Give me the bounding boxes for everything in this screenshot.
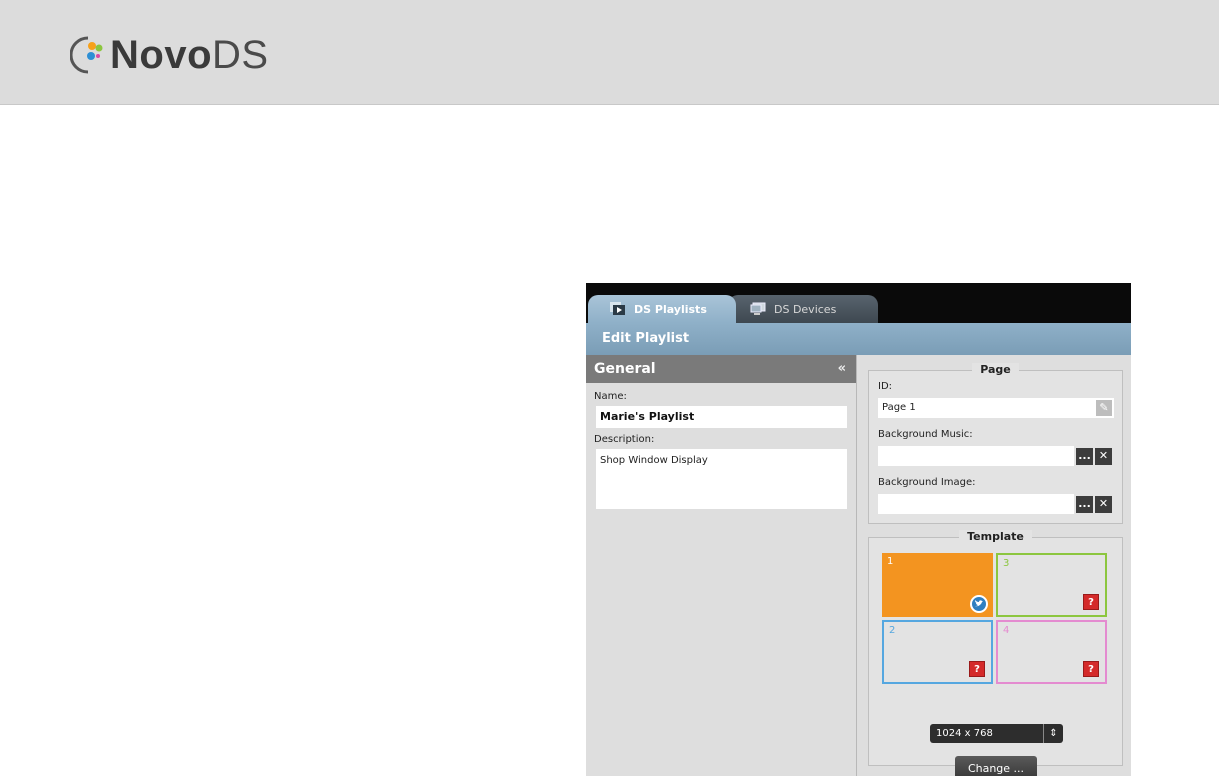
template-group: Template 1 3 ? 2 ? 4 ? 1024 x 768 ⇕ Chan…: [868, 530, 1123, 776]
page-properties-panel: Page ID: Page 1 ✎ Background Music: ... …: [858, 355, 1131, 776]
tab-ds-devices[interactable]: DS Devices: [728, 295, 878, 323]
novods-app-window: DS Devices DS Playlists Edit Playlist Ge…: [586, 283, 1131, 776]
tab-ds-playlists[interactable]: DS Playlists: [588, 295, 736, 323]
monitor-icon: [750, 302, 766, 315]
page-id-value: Page 1: [882, 402, 916, 413]
template-zone-3[interactable]: 3 ?: [996, 553, 1107, 617]
unknown-content-icon: ?: [969, 661, 985, 677]
general-panel-header: General «: [586, 355, 856, 383]
background-music-label: Background Music:: [878, 429, 973, 440]
background-image-field[interactable]: [878, 494, 1074, 514]
page-group-title: Page: [972, 363, 1019, 376]
template-zone-2[interactable]: 2 ?: [882, 620, 993, 684]
template-zone-1[interactable]: 1: [882, 553, 993, 617]
brand-name: NovoDS: [110, 32, 269, 77]
browse-image-button[interactable]: ...: [1076, 496, 1093, 513]
logo-mark-icon: [69, 32, 110, 78]
clear-music-button[interactable]: ✕: [1095, 448, 1112, 465]
novods-logo: NovoDS: [69, 30, 269, 80]
page-id-field[interactable]: Page 1 ✎: [878, 398, 1114, 418]
id-label: ID:: [878, 381, 893, 392]
clear-image-button[interactable]: ✕: [1095, 496, 1112, 513]
page-group: Page ID: Page 1 ✎ Background Music: ... …: [868, 363, 1123, 524]
description-field[interactable]: Shop Window Display: [596, 449, 847, 509]
playlist-icon: [610, 302, 625, 315]
twitter-icon: [970, 595, 988, 613]
playlist-name-field[interactable]: Marie's Playlist: [596, 406, 847, 428]
zone-number: 1: [887, 556, 894, 567]
collapse-icon[interactable]: «: [838, 355, 846, 383]
tab-bar: DS Devices DS Playlists: [586, 283, 1131, 323]
tab-ds-playlists-label: DS Playlists: [634, 302, 707, 316]
general-title: General: [594, 361, 656, 377]
general-panel: General « Name: Marie's Playlist Descrip…: [586, 355, 857, 776]
change-template-button[interactable]: Change ...: [955, 756, 1037, 776]
description-label: Description:: [594, 434, 655, 445]
background-music-field[interactable]: [878, 446, 1074, 466]
unknown-content-icon: ?: [1083, 661, 1099, 677]
updown-arrows-icon: ⇕: [1043, 724, 1063, 743]
zone-number: 3: [1003, 558, 1010, 569]
pencil-icon[interactable]: ✎: [1096, 400, 1112, 416]
background-image-label: Background Image:: [878, 477, 976, 488]
unknown-content-icon: ?: [1083, 594, 1099, 610]
resolution-value: 1024 x 768: [936, 728, 993, 739]
zone-number: 4: [1003, 625, 1010, 636]
resolution-select[interactable]: 1024 x 768 ⇕: [930, 724, 1063, 743]
template-zone-4[interactable]: 4 ?: [996, 620, 1107, 684]
zone-number: 2: [889, 625, 896, 636]
edit-playlist-title: Edit Playlist: [586, 323, 1131, 355]
template-group-title: Template: [959, 530, 1032, 543]
browse-music-button[interactable]: ...: [1076, 448, 1093, 465]
tab-ds-devices-label: DS Devices: [774, 302, 837, 316]
name-label: Name:: [594, 391, 627, 402]
page-header: NovoDS: [0, 0, 1219, 105]
